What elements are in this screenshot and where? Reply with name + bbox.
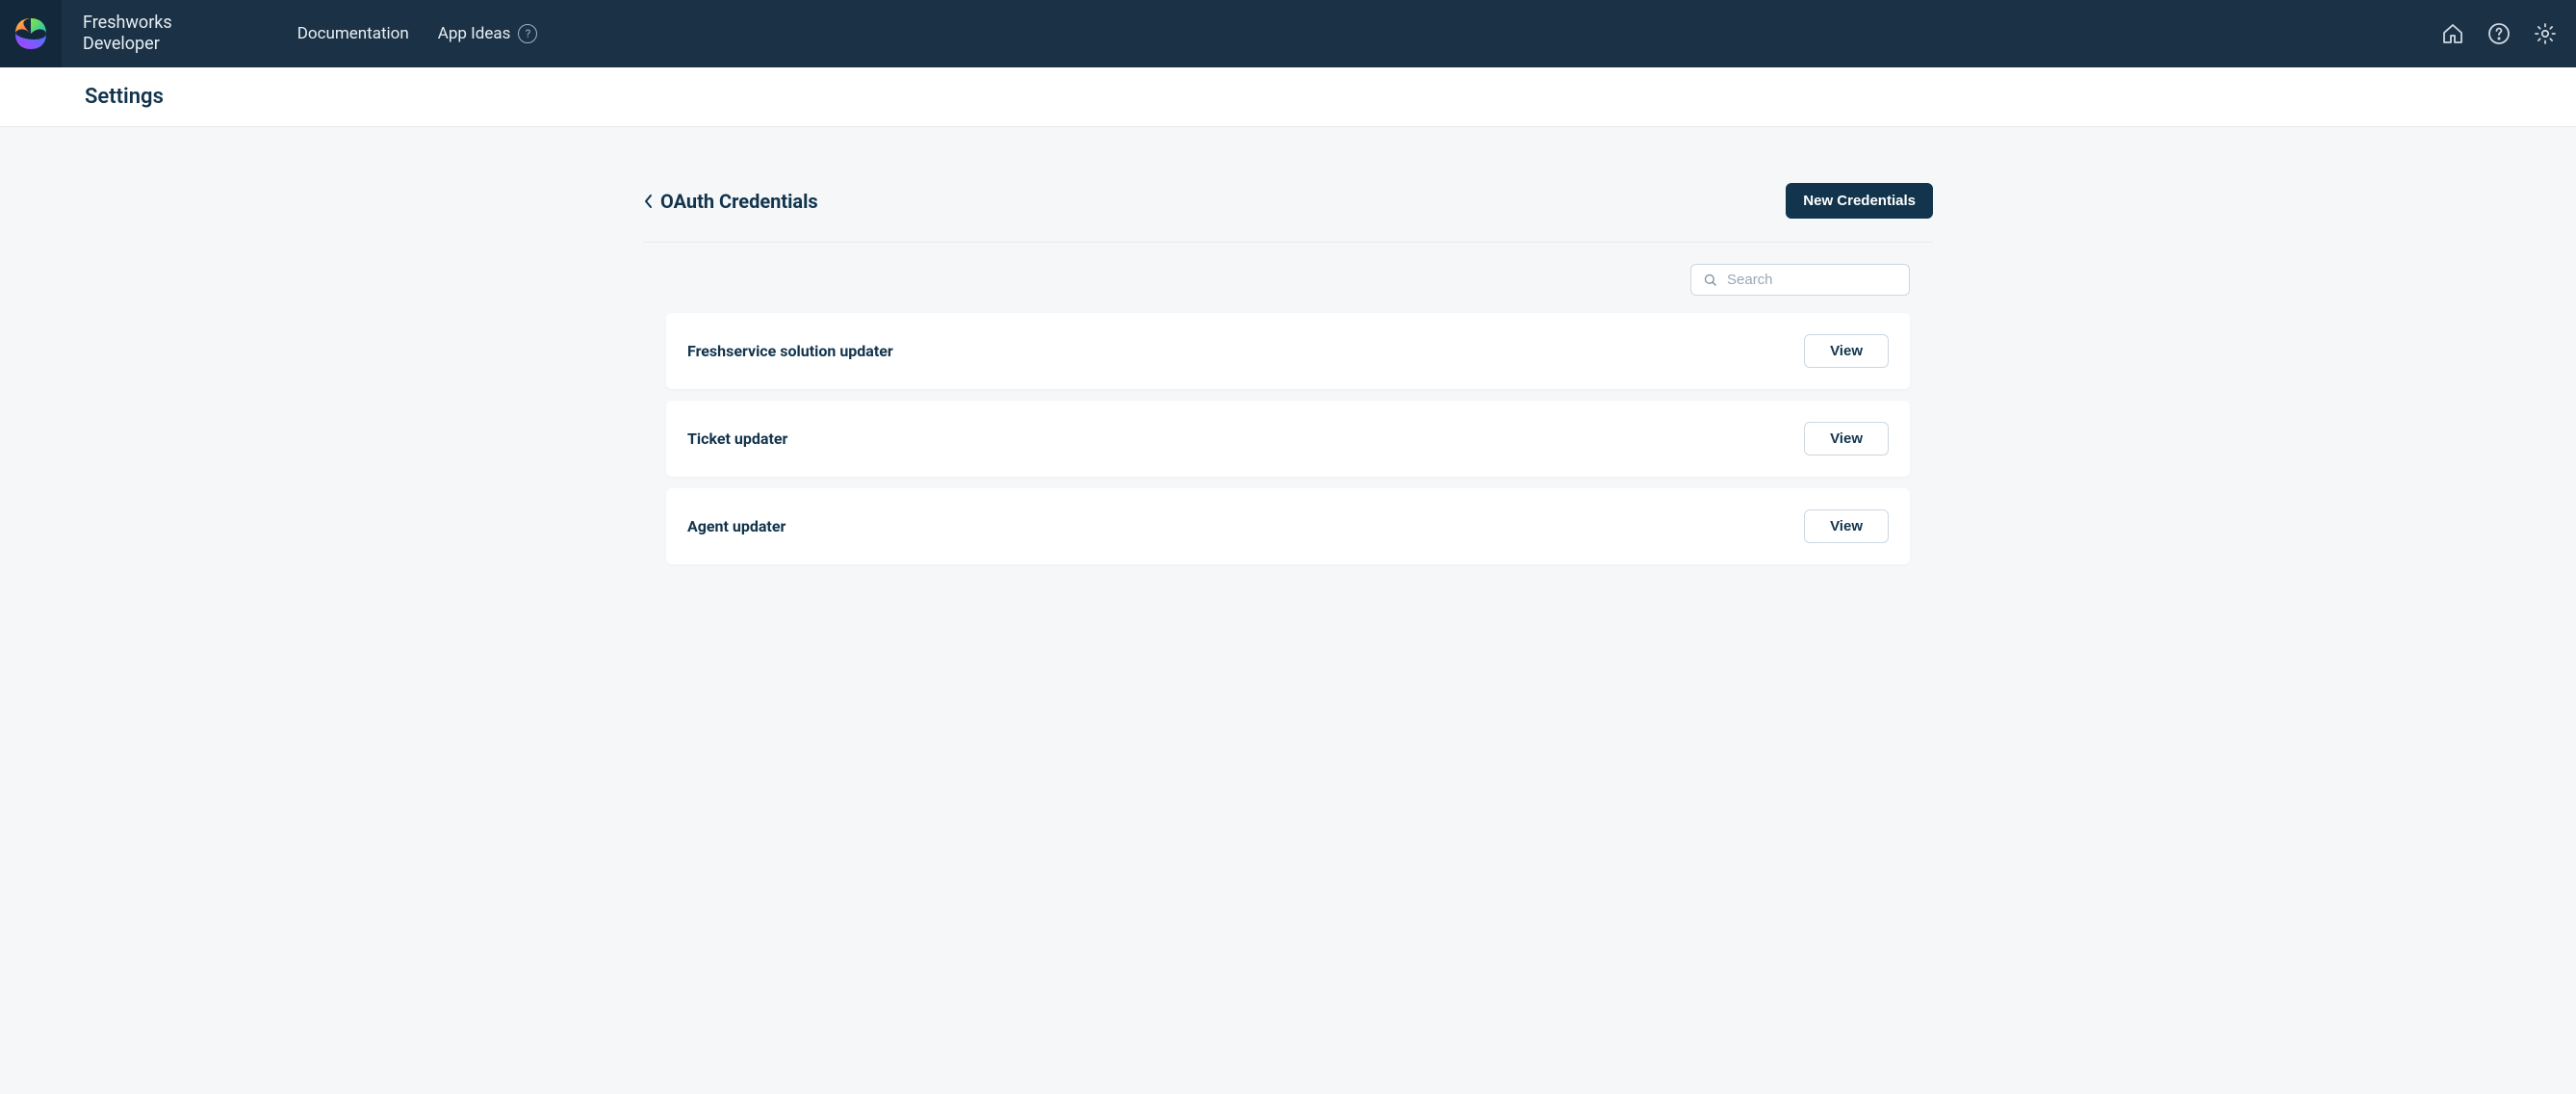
- nav-links: Documentation App Ideas ?: [297, 24, 538, 43]
- gear-icon[interactable]: [2534, 22, 2557, 45]
- credential-name: Ticket updater: [687, 430, 787, 448]
- search-icon: [1703, 273, 1717, 287]
- help-circle-icon[interactable]: [2487, 22, 2511, 45]
- credential-row: Agent updater View: [666, 488, 1910, 564]
- credential-row: Ticket updater View: [666, 401, 1910, 477]
- credential-name: Agent updater: [687, 517, 786, 535]
- brand-line2: Developer: [83, 34, 172, 56]
- section-title: OAuth Credentials: [660, 190, 818, 213]
- help-icon[interactable]: ?: [518, 24, 537, 43]
- search-input[interactable]: [1727, 272, 1897, 288]
- page-title: Settings: [85, 85, 2576, 109]
- credential-row: Freshservice solution updater View: [666, 313, 1910, 389]
- content-wrap: OAuth Credentials New Credentials Freshs…: [0, 127, 2576, 603]
- brand-line1: Freshworks: [83, 13, 172, 35]
- search-box[interactable]: [1690, 264, 1910, 296]
- freshworks-logo-icon: [13, 16, 48, 51]
- page-header: Settings: [0, 67, 2576, 127]
- brand-logo[interactable]: [0, 0, 62, 67]
- nav-documentation[interactable]: Documentation: [297, 24, 409, 43]
- chevron-left-icon: [643, 194, 655, 209]
- view-button[interactable]: View: [1804, 509, 1889, 543]
- home-icon[interactable]: [2441, 22, 2464, 45]
- brand-name: Freshworks Developer: [83, 13, 172, 56]
- credential-name: Freshservice solution updater: [687, 342, 893, 360]
- content: OAuth Credentials New Credentials Freshs…: [643, 183, 1933, 564]
- credentials-list: Freshservice solution updater View Ticke…: [643, 313, 1933, 564]
- topbar: Freshworks Developer Documentation App I…: [0, 0, 2576, 67]
- view-button[interactable]: View: [1804, 422, 1889, 456]
- nav-app-ideas[interactable]: App Ideas: [438, 24, 511, 43]
- search-row: [643, 243, 1933, 313]
- topbar-actions: [2441, 22, 2557, 45]
- section-header: OAuth Credentials New Credentials: [643, 183, 1933, 243]
- back-breadcrumb[interactable]: OAuth Credentials: [643, 190, 818, 213]
- new-credentials-button[interactable]: New Credentials: [1786, 183, 1933, 219]
- view-button[interactable]: View: [1804, 334, 1889, 368]
